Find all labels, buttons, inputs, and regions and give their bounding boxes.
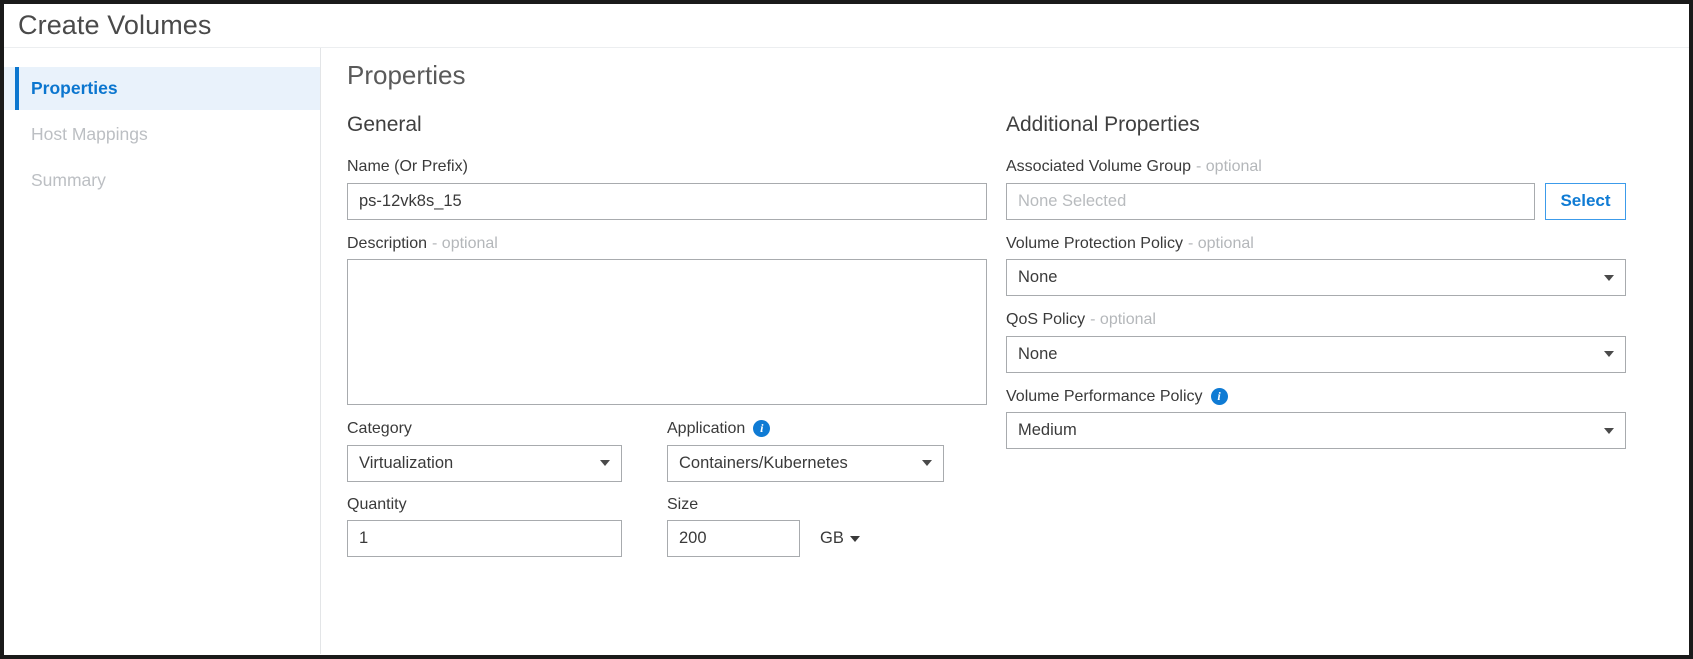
application-label: Application i xyxy=(667,420,944,438)
sidebar-item-properties[interactable]: Properties xyxy=(4,67,320,110)
qos-policy-select[interactable]: None xyxy=(1006,335,1626,373)
select-button-label: Select xyxy=(1560,191,1611,211)
sidebar-item-label: Host Mappings xyxy=(31,124,148,144)
performance-policy-label-text: Volume Performance Policy xyxy=(1006,387,1203,405)
page-title: Create Volumes xyxy=(18,10,212,40)
category-select[interactable]: Virtualization xyxy=(347,444,622,482)
general-heading: General xyxy=(347,113,422,136)
application-select-value: Containers/Kubernetes xyxy=(679,453,848,472)
create-volumes-dialog: Create Volumes Properties Host Mappings … xyxy=(0,0,1693,659)
properties-panel: Properties General Name (Or Prefix) ps-1… xyxy=(321,48,1689,654)
dialog-body: Properties Host Mappings Summary Propert… xyxy=(4,48,1689,654)
name-input-value: ps-12vk8s_15 xyxy=(359,191,462,210)
description-field-group: Description - optional xyxy=(347,235,987,406)
sidebar-item-label: Summary xyxy=(31,170,106,190)
quantity-size-row: Quantity 1 Size 200 GB xyxy=(347,496,987,572)
category-label: Category xyxy=(347,420,622,438)
application-label-text: Application xyxy=(667,420,746,438)
category-select-value: Virtualization xyxy=(359,453,454,472)
additional-properties-column: Additional Properties Associated Volume … xyxy=(1006,114,1626,571)
info-icon[interactable]: i xyxy=(1210,388,1228,406)
name-field-group: Name (Or Prefix) ps-12vk8s_15 xyxy=(347,158,987,220)
volume-group-input-row: None Selected Select xyxy=(1006,182,1626,220)
volume-group-input[interactable]: None Selected xyxy=(1006,182,1535,220)
size-field-group: Size 200 GB xyxy=(667,496,860,558)
size-unit-select[interactable]: GB xyxy=(820,529,860,548)
description-label: Description - optional xyxy=(347,235,987,253)
protection-policy-label-text: Volume Protection Policy xyxy=(1006,234,1183,252)
application-select[interactable]: Containers/Kubernetes xyxy=(667,444,944,482)
category-field-group: Category Virtualization xyxy=(347,420,622,482)
protection-policy-optional-tag: - optional xyxy=(1187,234,1254,252)
quantity-input-value: 1 xyxy=(359,529,369,548)
volume-group-optional-tag: - optional xyxy=(1196,158,1262,175)
volume-group-label-text: Associated Volume Group xyxy=(1006,158,1191,175)
sidebar-item-host-mappings[interactable]: Host Mappings xyxy=(4,113,320,156)
info-icon[interactable]: i xyxy=(753,420,771,438)
category-application-row: Category Virtualization Application i Co… xyxy=(347,420,987,496)
category-label-text: Category xyxy=(347,420,412,438)
chevron-down-icon xyxy=(922,460,932,467)
qos-policy-label: QoS Policy - optional xyxy=(1006,311,1626,329)
general-column: General Name (Or Prefix) ps-12vk8s_15 De… xyxy=(347,114,987,571)
volume-group-label: Associated Volume Group - optional xyxy=(1006,158,1626,176)
qos-policy-optional-tag: - optional xyxy=(1090,311,1156,329)
protection-policy-value: None xyxy=(1018,268,1058,287)
description-textarea[interactable] xyxy=(347,259,987,406)
chevron-down-icon xyxy=(600,460,610,467)
volume-group-field-group: Associated Volume Group - optional None … xyxy=(1006,158,1626,220)
name-label-text: Name (Or Prefix) xyxy=(347,158,468,175)
quantity-input[interactable]: 1 xyxy=(347,520,622,558)
size-unit-value: GB xyxy=(820,529,844,548)
quantity-label-text: Quantity xyxy=(347,495,407,513)
additional-properties-heading: Additional Properties xyxy=(1006,113,1200,136)
form-columns: General Name (Or Prefix) ps-12vk8s_15 De… xyxy=(347,114,1689,571)
quantity-field-group: Quantity 1 xyxy=(347,496,622,558)
size-input-row: 200 GB xyxy=(667,520,860,558)
volume-group-placeholder: None Selected xyxy=(1018,191,1127,210)
dialog-titlebar: Create Volumes xyxy=(4,4,1689,48)
protection-policy-select[interactable]: None xyxy=(1006,259,1626,297)
qos-policy-field-group: QoS Policy - optional None xyxy=(1006,311,1626,373)
name-label: Name (Or Prefix) xyxy=(347,158,987,176)
performance-policy-field-group: Volume Performance Policy i Medium xyxy=(1006,388,1626,450)
description-optional-tag: - optional xyxy=(432,234,498,252)
section-title: Properties xyxy=(347,60,466,90)
sidebar-item-summary[interactable]: Summary xyxy=(4,159,320,202)
qos-policy-value: None xyxy=(1018,344,1058,363)
select-volume-group-button[interactable]: Select xyxy=(1545,182,1626,220)
application-field-group: Application i Containers/Kubernetes xyxy=(667,420,944,482)
sidebar-item-label: Properties xyxy=(31,78,118,98)
chevron-down-icon xyxy=(849,535,860,542)
quantity-label: Quantity xyxy=(347,496,622,514)
protection-policy-label: Volume Protection Policy - optional xyxy=(1006,235,1626,253)
qos-policy-label-text: QoS Policy xyxy=(1006,311,1086,329)
size-input-value: 200 xyxy=(679,529,707,548)
chevron-down-icon xyxy=(1604,427,1614,434)
wizard-sidebar: Properties Host Mappings Summary xyxy=(4,48,321,654)
protection-policy-field-group: Volume Protection Policy - optional None xyxy=(1006,235,1626,297)
chevron-down-icon xyxy=(1604,274,1614,281)
size-label: Size xyxy=(667,496,860,514)
performance-policy-select[interactable]: Medium xyxy=(1006,412,1626,450)
chevron-down-icon xyxy=(1604,351,1614,358)
size-label-text: Size xyxy=(667,495,699,513)
description-label-text: Description xyxy=(347,234,428,252)
size-input[interactable]: 200 xyxy=(667,520,800,558)
name-input[interactable]: ps-12vk8s_15 xyxy=(347,182,987,220)
performance-policy-value: Medium xyxy=(1018,421,1077,440)
performance-policy-label: Volume Performance Policy i xyxy=(1006,388,1626,406)
